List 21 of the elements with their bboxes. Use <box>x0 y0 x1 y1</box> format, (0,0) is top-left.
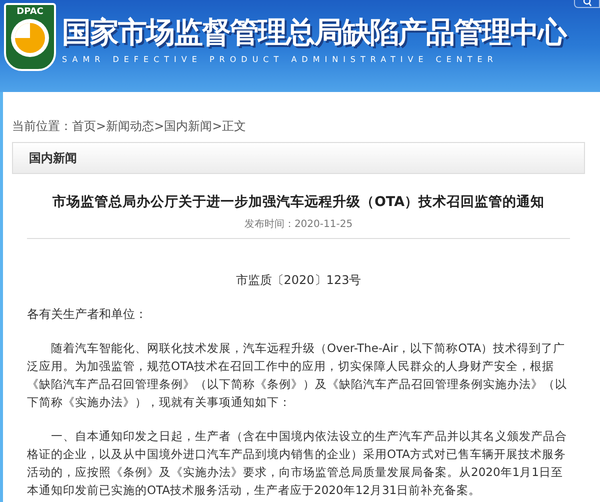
logo-text: DPAC <box>16 6 44 18</box>
salutation: 各有关生产者和单位： <box>27 306 148 324</box>
body-paragraph: 随着汽车智能化、网联化技术发展，汽车远程升级（Over-The-Air，以下简称OTA）技术得到了广泛应用。为加强监管，规范OTA技术在召回工作中的应用，切实保障人民群众的人身财产安全，根据《缺陷汽车产品召回管理条例》（以下简称《条例》）及《缺陷汽车产品召回管理条例实施办法》（以下简称《实施办法》），现就有关事项通知如下： <box>27 340 568 412</box>
publish-date: 发布时间：2020-11-25 <box>243 218 354 232</box>
breadcrumb-label: 当前位置： <box>12 118 72 135</box>
breadcrumb-separator: > <box>212 118 222 135</box>
breadcrumb-link[interactable]: 正文 <box>222 117 246 135</box>
document-number: 市监质〔2020〕123号 <box>234 272 362 290</box>
breadcrumb-link[interactable]: 国内新闻 <box>164 117 212 135</box>
body-paragraph: 一、自本通知印发之日起，生产者（含在中国境内依法设立的生产汽车产品并以其名义颁发产品合格证的企业，以及从中国境外进口汽车产品到境内销售的企业）采用OTA方式对已售车辆开展技术服务活动的，应按照《条例》及《实施办法》要求，向市场监管总局质量发展局备案。从2020年1月1日至本通知印发前已实施的OTA技术服务活动，生产者应于2020年12月31日前补充备案。 <box>27 428 568 500</box>
breadcrumb-link[interactable]: 首页 <box>72 117 96 135</box>
breadcrumb-link[interactable]: 新闻动态 <box>106 117 154 135</box>
breadcrumb-separator: > <box>96 118 106 135</box>
pie-icon <box>10 18 50 58</box>
breadcrumb-separator: > <box>154 118 164 135</box>
site-subtitle: SAMR DEFECTIVE PRODUCT ADMINISTRATIVE CENTER <box>62 54 499 66</box>
search-button[interactable] <box>574 0 600 8</box>
site-title: 国家市场监督管理总局缺陷产品管理中心 <box>62 14 566 50</box>
search-icon <box>582 0 592 7</box>
article-title: 市场监管总局办公厅关于进一步加强汽车远程升级（OTA）技术召回监管的通知 <box>51 193 546 212</box>
section-header: 国内新闻 <box>12 142 585 174</box>
